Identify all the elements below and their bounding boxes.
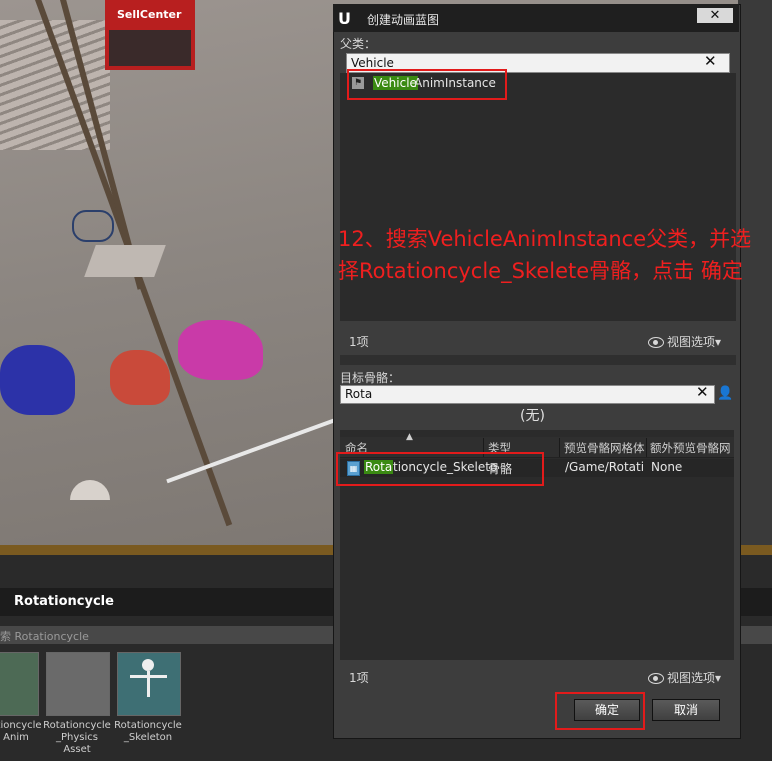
person-icon[interactable]: 👤 bbox=[717, 386, 733, 401]
eye-icon bbox=[648, 337, 664, 348]
skeleton-search-input[interactable] bbox=[345, 387, 685, 401]
parent-class-count: 1项 bbox=[349, 335, 369, 349]
eye-icon bbox=[648, 673, 664, 684]
skeleton-extra-preview-cell: None bbox=[651, 460, 683, 474]
scene-scooter-red bbox=[110, 350, 170, 405]
callout-box-parent bbox=[347, 69, 507, 100]
skeleton-search-clear-icon[interactable]: ✕ bbox=[696, 383, 712, 401]
shop-sign-text: SellCenter bbox=[117, 8, 182, 21]
selected-skeleton-text: (无) bbox=[520, 408, 545, 424]
tutorial-annotation: 12、搜索VehicleAnimInstance父类，并选择Rotationcy… bbox=[338, 227, 752, 283]
column-header-extra-preview[interactable]: 额外预览骨骼网 bbox=[650, 440, 731, 456]
scene-floor-tile bbox=[84, 245, 166, 277]
scene-shop-sign: SellCenter bbox=[105, 0, 195, 70]
asset-thumbnail-physics[interactable] bbox=[46, 652, 110, 716]
column-header-preview-mesh[interactable]: 预览骨骼网格体 bbox=[564, 440, 645, 456]
sort-ascending-icon: ▲ bbox=[406, 432, 413, 442]
parent-view-options-button[interactable]: 视图选项▾ bbox=[648, 333, 721, 350]
parent-class-search-input[interactable] bbox=[351, 55, 701, 70]
parent-class-label: 父类： bbox=[340, 37, 377, 51]
scene-motorcycle-pink bbox=[178, 320, 263, 380]
asset-thumbnail-anim[interactable] bbox=[0, 652, 39, 716]
callout-box-ok bbox=[555, 692, 645, 730]
content-browser-filter-text: 索 Rotationcycle bbox=[0, 630, 89, 643]
dialog-title: 创建动画蓝图 bbox=[367, 13, 440, 27]
asset-thumbnail-skeleton[interactable] bbox=[117, 652, 181, 716]
cancel-button[interactable]: 取消 bbox=[652, 699, 720, 721]
unreal-logo-icon: U bbox=[338, 9, 351, 28]
skeleton-preview-mesh-cell: /Game/Rotatio bbox=[565, 460, 643, 474]
skeleton-count: 1项 bbox=[349, 671, 369, 685]
target-skeleton-label: 目标骨骼： bbox=[340, 371, 401, 385]
asset-label: Rotationcycle _Skeleton bbox=[114, 720, 182, 743]
callout-box-skeleton bbox=[336, 452, 544, 486]
scene-bicycle bbox=[72, 210, 114, 242]
asset-label: Rotationcycle _Physics Asset bbox=[43, 720, 111, 755]
parent-search-clear-icon[interactable]: ✕ bbox=[704, 52, 724, 70]
section-divider[interactable] bbox=[340, 355, 736, 365]
skeleton-view-options-button[interactable]: 视图选项▾ bbox=[648, 669, 721, 686]
skeleton-search-field[interactable] bbox=[340, 385, 715, 404]
scene-floor-tile bbox=[70, 480, 110, 500]
content-browser-path[interactable]: Rotationcycle bbox=[14, 594, 114, 609]
close-button[interactable]: ✕ bbox=[697, 8, 733, 23]
scene-motorcycle-blue bbox=[0, 345, 75, 415]
